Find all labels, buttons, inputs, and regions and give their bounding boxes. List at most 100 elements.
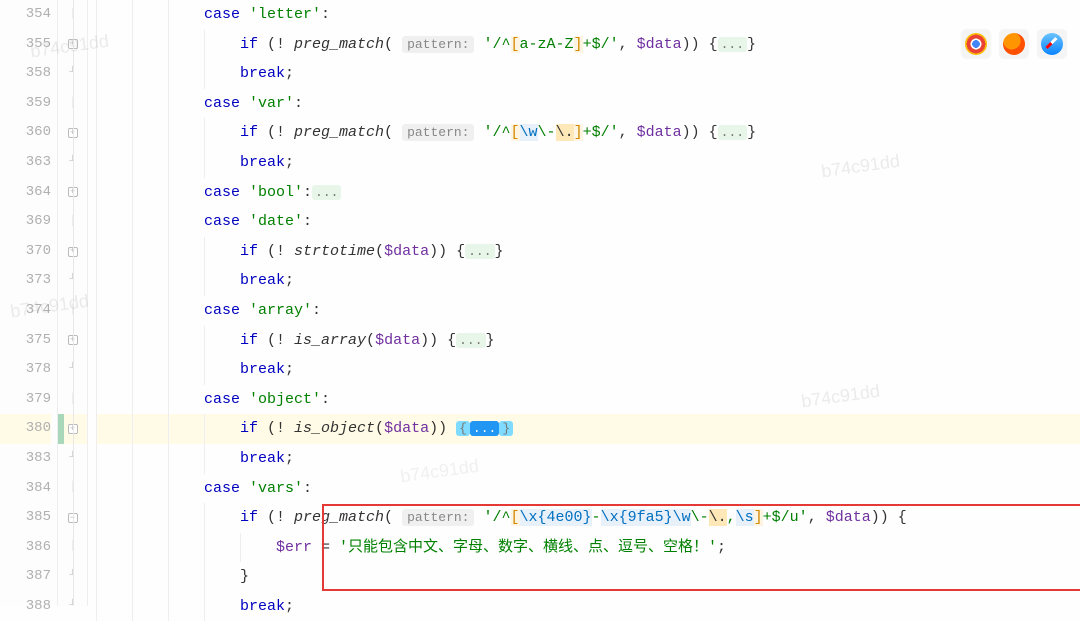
line-number[interactable]: 369 <box>0 207 51 237</box>
code-line[interactable]: break; <box>96 444 1080 474</box>
code-token: 'letter' <box>249 6 321 23</box>
folded-region[interactable]: ... <box>465 244 494 259</box>
line-number[interactable]: 354 <box>0 0 51 30</box>
code-token: break <box>240 65 285 82</box>
code-line[interactable]: break; <box>96 355 1080 385</box>
code-token: : <box>303 480 312 497</box>
line-number[interactable]: 370 <box>0 237 51 267</box>
code-token: (! <box>267 36 294 53</box>
code-line[interactable]: if (! preg_match( pattern: '/^[\x{4e00}-… <box>96 503 1080 533</box>
code-line[interactable]: case 'var': <box>96 89 1080 119</box>
code-token: 'vars' <box>249 480 303 497</box>
line-number[interactable]: 380 <box>0 414 51 444</box>
code-token: '/^ <box>484 124 511 141</box>
fold-gutter[interactable]: │+┘│+┘+│+┘│+┘│+┘│−│┘┘ <box>58 0 88 606</box>
code-token: case <box>204 391 249 408</box>
code-token: (! <box>267 420 294 437</box>
code-token: preg_match <box>294 509 384 526</box>
chrome-icon[interactable] <box>962 30 990 58</box>
code-token: ] <box>754 509 763 526</box>
line-number[interactable]: 359 <box>0 89 51 119</box>
parameter-hint: pattern: <box>402 36 474 53</box>
code-token: is_array <box>294 332 366 349</box>
browser-run-icons <box>962 30 1066 58</box>
code-line[interactable]: case 'array': <box>96 296 1080 326</box>
code-line[interactable]: break; <box>96 592 1080 621</box>
code-token: break <box>240 272 285 289</box>
folded-region[interactable]: { <box>456 421 470 436</box>
line-number[interactable]: 378 <box>0 355 51 385</box>
folded-region[interactable]: ... <box>312 185 341 200</box>
line-number[interactable]: 373 <box>0 266 51 296</box>
code-token: ; <box>285 598 294 615</box>
code-token: $data <box>384 243 429 260</box>
code-token: , <box>727 509 736 526</box>
line-number[interactable]: 379 <box>0 385 51 415</box>
code-line[interactable]: break; <box>96 59 1080 89</box>
code-line[interactable]: break; <box>96 266 1080 296</box>
code-editor[interactable]: 3543553583593603633643693703733743753783… <box>0 0 1080 606</box>
code-token: )) { <box>429 243 465 260</box>
code-token: \. <box>709 509 727 526</box>
code-line[interactable]: case 'bool':... <box>96 178 1080 208</box>
code-token: (! <box>267 509 294 526</box>
code-line[interactable]: case 'vars': <box>96 474 1080 504</box>
code-token: case <box>204 6 249 23</box>
line-number[interactable]: 384 <box>0 474 51 504</box>
code-token: \x{4e00} <box>520 509 592 526</box>
folded-region[interactable]: } <box>499 421 513 436</box>
code-token: : <box>294 95 303 112</box>
folded-region[interactable]: ... <box>718 37 747 52</box>
code-line[interactable]: if (! is_object($data)) {...} <box>96 414 1080 444</box>
code-token: ; <box>717 539 726 556</box>
code-line[interactable]: break; <box>96 148 1080 178</box>
folded-region[interactable]: ... <box>718 125 747 140</box>
line-number[interactable]: 388 <box>0 592 51 621</box>
code-token: } <box>747 36 756 53</box>
code-token: )) { <box>682 36 718 53</box>
line-number[interactable]: 374 <box>0 296 51 326</box>
code-line[interactable]: if (! preg_match( pattern: '/^[\w\-\.]+$… <box>96 118 1080 148</box>
code-token: } <box>495 243 504 260</box>
code-line[interactable]: if (! preg_match( pattern: '/^[a-zA-Z]+$… <box>96 30 1080 60</box>
code-token: \. <box>556 124 574 141</box>
code-line[interactable]: $err = '只能包含中文、字母、数字、横线、点、逗号、空格！'; <box>96 533 1080 563</box>
code-token: ; <box>285 272 294 289</box>
code-token: \- <box>691 509 709 526</box>
line-number-gutter[interactable]: 3543553583593603633643693703733743753783… <box>0 0 58 606</box>
code-token: : <box>303 184 312 201</box>
code-token: ; <box>285 361 294 378</box>
line-number[interactable]: 386 <box>0 533 51 563</box>
code-line[interactable]: if (! strtotime($data)) {...} <box>96 237 1080 267</box>
line-number[interactable]: 355 <box>0 30 51 60</box>
line-number[interactable]: 360 <box>0 118 51 148</box>
line-number[interactable]: 383 <box>0 444 51 474</box>
code-token: 'object' <box>249 391 321 408</box>
code-line[interactable]: if (! is_array($data)) {...} <box>96 326 1080 356</box>
code-token: (! <box>267 332 294 349</box>
line-number[interactable]: 387 <box>0 562 51 592</box>
code-line[interactable]: case 'date': <box>96 207 1080 237</box>
safari-icon[interactable] <box>1038 30 1066 58</box>
line-number[interactable]: 385 <box>0 503 51 533</box>
code-area[interactable]: case 'letter':if (! preg_match( pattern:… <box>88 0 1080 606</box>
code-token: ( <box>375 420 384 437</box>
code-token: ( <box>375 243 384 260</box>
line-number[interactable]: 375 <box>0 326 51 356</box>
code-line[interactable]: case 'object': <box>96 385 1080 415</box>
line-number[interactable]: 358 <box>0 59 51 89</box>
code-token: +$/' <box>583 124 619 141</box>
code-token: ; <box>285 154 294 171</box>
folded-region[interactable]: ... <box>456 333 485 348</box>
folded-region[interactable]: ... <box>470 421 499 436</box>
code-token: $data <box>826 509 871 526</box>
line-number[interactable]: 364 <box>0 178 51 208</box>
code-line[interactable]: case 'letter': <box>96 0 1080 30</box>
code-token: 'date' <box>249 213 303 230</box>
code-line[interactable]: } <box>96 562 1080 592</box>
code-token: 'var' <box>249 95 294 112</box>
code-token: : <box>321 6 330 23</box>
firefox-icon[interactable] <box>1000 30 1028 58</box>
code-token: if <box>240 124 267 141</box>
line-number[interactable]: 363 <box>0 148 51 178</box>
